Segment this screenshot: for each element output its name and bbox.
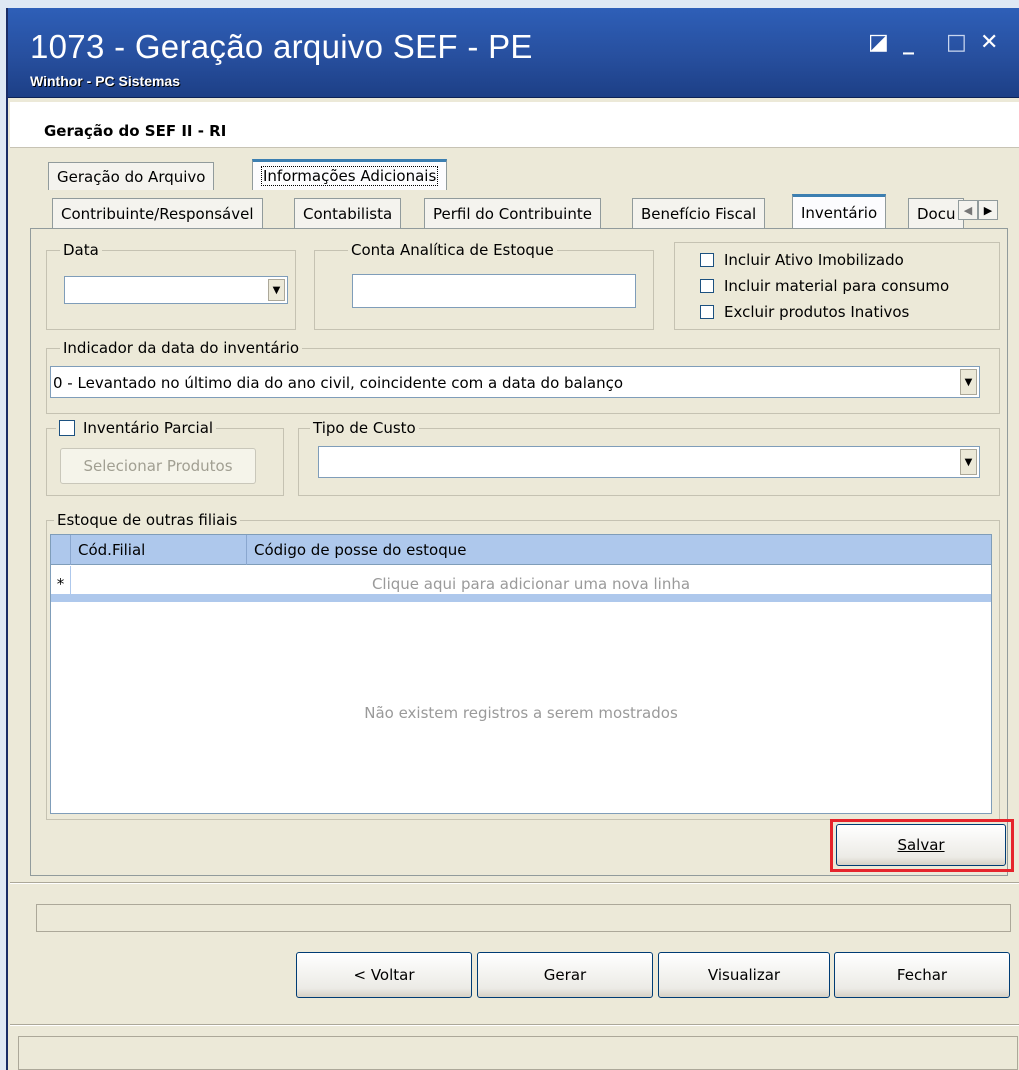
new-row-marker: * xyxy=(51,566,71,602)
tipo-custo-combo[interactable]: ▼ xyxy=(318,446,980,478)
produtos-inativos-checkbox[interactable] xyxy=(700,305,714,319)
salvar-label: Salvar xyxy=(897,836,945,854)
fechar-label: Fechar xyxy=(896,966,948,984)
voltar-label: < Voltar xyxy=(353,966,415,984)
tab-label: Geração do Arquivo xyxy=(57,167,206,186)
estoque-filiais-label: Estoque de outras filiais xyxy=(54,511,241,529)
indicador-value: 0 - Levantado no último dia do ano civil… xyxy=(53,374,624,392)
produtos-inativos-label: Excluir produtos Inativos xyxy=(724,303,910,321)
material-consumo-checkbox[interactable] xyxy=(700,279,714,293)
inventario-parcial-header: Inventário Parcial xyxy=(56,419,217,437)
dropdown-arrow-icon[interactable]: ▼ xyxy=(268,279,285,301)
ativo-imobilizado-label: Incluir Ativo Imobilizado xyxy=(724,251,904,269)
tab-contabilista[interactable]: Contabilista xyxy=(294,198,402,228)
new-row-hint: Clique aqui para adicionar uma nova linh… xyxy=(371,575,691,593)
inventario-parcial-checkbox[interactable] xyxy=(59,420,75,436)
close-button[interactable]: ✕ xyxy=(980,32,998,54)
progress-bar xyxy=(36,904,1011,932)
tab-label: Benefício Fiscal xyxy=(641,204,757,223)
maximize-button[interactable]: □ xyxy=(946,32,967,54)
window-subtitle: Winthor - PC Sistemas xyxy=(30,73,181,89)
grid-row-selector-header xyxy=(51,535,71,565)
conta-label: Conta Analítica de Estoque xyxy=(348,241,557,259)
selecionar-produtos-button[interactable]: Selecionar Produtos xyxy=(60,448,256,484)
gerar-label: Gerar xyxy=(543,966,587,984)
inventario-parcial-label: Inventário Parcial xyxy=(83,419,214,437)
indicador-label: Indicador da data do inventário xyxy=(60,339,303,357)
minimize-button[interactable]: _ xyxy=(903,32,914,54)
tab-inventario[interactable]: Inventário xyxy=(792,194,887,228)
ativo-imobilizado-checkbox[interactable] xyxy=(700,253,714,267)
indicador-combo[interactable]: 0 - Levantado no último dia do ano civil… xyxy=(50,366,980,398)
form-title: Geração do SEF II - RI xyxy=(44,122,227,140)
tab-perfil-contribuinte[interactable]: Perfil do Contribuinte xyxy=(424,198,601,228)
status-bar xyxy=(18,1036,1018,1070)
tab-documentos[interactable]: Docu xyxy=(908,198,964,228)
tab-label: Inventário xyxy=(801,203,878,222)
window-title: 1073 - Geração arquivo SEF - PE xyxy=(30,28,533,65)
tab-contribuinte[interactable]: Contribuinte/Responsável xyxy=(52,198,263,228)
voltar-button[interactable]: < Voltar xyxy=(296,952,472,998)
column-cod-filial[interactable]: Cód.Filial xyxy=(78,541,145,559)
dropdown-arrow-icon[interactable]: ▼ xyxy=(960,449,977,475)
fechar-button[interactable]: Fechar xyxy=(834,952,1010,998)
tab-label: Docu xyxy=(917,204,956,223)
visualizar-label: Visualizar xyxy=(707,966,781,984)
dropdown-arrow-icon[interactable]: ▼ xyxy=(960,369,977,395)
tab-informacoes-adicionais[interactable]: Informações Adicionais xyxy=(252,159,448,190)
material-consumo-label: Incluir material para consumo xyxy=(724,277,950,295)
salvar-button[interactable]: Salvar xyxy=(836,824,1006,866)
tab-label: Perfil do Contribuinte xyxy=(433,204,592,223)
restore-icon[interactable]: ◪ xyxy=(868,32,889,54)
tab-scroll-right-icon[interactable]: ▶ xyxy=(978,200,998,220)
tipo-custo-label: Tipo de Custo xyxy=(310,419,419,437)
data-label: Data xyxy=(60,241,102,259)
column-codigo-posse[interactable]: Código de posse do estoque xyxy=(254,541,466,559)
application-window: 1073 - Geração arquivo SEF - PE Winthor … xyxy=(6,8,1019,1070)
conta-input[interactable] xyxy=(352,274,636,308)
visualizar-button[interactable]: Visualizar xyxy=(658,952,830,998)
tab-label: Contribuinte/Responsável xyxy=(61,204,254,223)
data-combo[interactable]: ▼ xyxy=(64,276,288,304)
gerar-button[interactable]: Gerar xyxy=(477,952,653,998)
tab-geracao-arquivo[interactable]: Geração do Arquivo xyxy=(48,162,215,190)
tab-label: Contabilista xyxy=(303,204,393,223)
tab-scroll-left-icon[interactable]: ◀ xyxy=(958,200,978,220)
empty-grid-message: Não existem registros a serem mostrados xyxy=(364,704,678,722)
separator xyxy=(10,1024,1019,1026)
column-divider xyxy=(246,535,247,565)
separator xyxy=(10,882,1019,884)
tab-beneficio-fiscal[interactable]: Benefício Fiscal xyxy=(632,198,766,228)
grid-header-row xyxy=(51,535,991,565)
tab-label: Informações Adicionais xyxy=(261,166,439,186)
